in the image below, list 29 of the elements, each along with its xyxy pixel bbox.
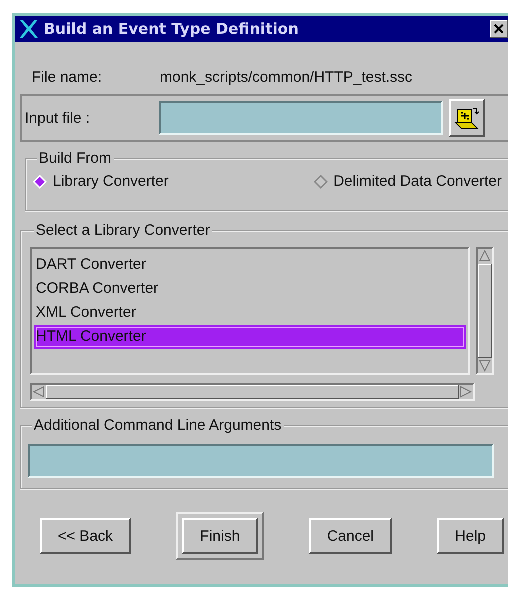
file-name-label: File name: bbox=[32, 68, 104, 86]
arguments-field[interactable] bbox=[28, 444, 494, 478]
radio-option[interactable]: Delimited Data Converter bbox=[314, 173, 502, 190]
input-file-field[interactable] bbox=[159, 101, 443, 135]
scroll-right-icon bbox=[459, 385, 473, 399]
list-item[interactable]: XML Converter bbox=[34, 301, 466, 325]
browse-button[interactable] bbox=[449, 99, 485, 137]
scroll-up-icon bbox=[478, 249, 492, 263]
window-title: Build an Event Type Definition bbox=[44, 20, 300, 38]
group-title: Additional Command Line Arguments bbox=[33, 417, 283, 434]
close-button[interactable] bbox=[490, 20, 508, 38]
scroll-down-icon bbox=[478, 359, 492, 373]
input-file-label: Input file : bbox=[25, 110, 92, 126]
file-name-value: monk_scripts/common/HTTP_test.ssc bbox=[160, 68, 413, 86]
dialog-button[interactable]: Finish bbox=[182, 518, 258, 554]
dialog-button[interactable]: << Back bbox=[40, 518, 132, 554]
scroll-left-icon bbox=[32, 385, 46, 399]
horizontal-scrollbar[interactable] bbox=[30, 383, 475, 401]
list-item[interactable]: DART Converter bbox=[34, 253, 466, 277]
radio-option[interactable]: Library Converter bbox=[33, 173, 169, 190]
x-logo-icon bbox=[18, 19, 40, 39]
dialog-button[interactable]: Help bbox=[437, 518, 504, 554]
vertical-scrollbar[interactable] bbox=[476, 247, 494, 375]
group-title: Select a Library Converter bbox=[35, 222, 212, 239]
list-item[interactable]: CORBA Converter bbox=[34, 277, 466, 301]
list-item[interactable]: HTML Converter bbox=[34, 325, 466, 349]
dialog-button[interactable]: Cancel bbox=[309, 518, 392, 554]
close-icon bbox=[494, 24, 504, 34]
group-title: Build From bbox=[38, 150, 113, 167]
